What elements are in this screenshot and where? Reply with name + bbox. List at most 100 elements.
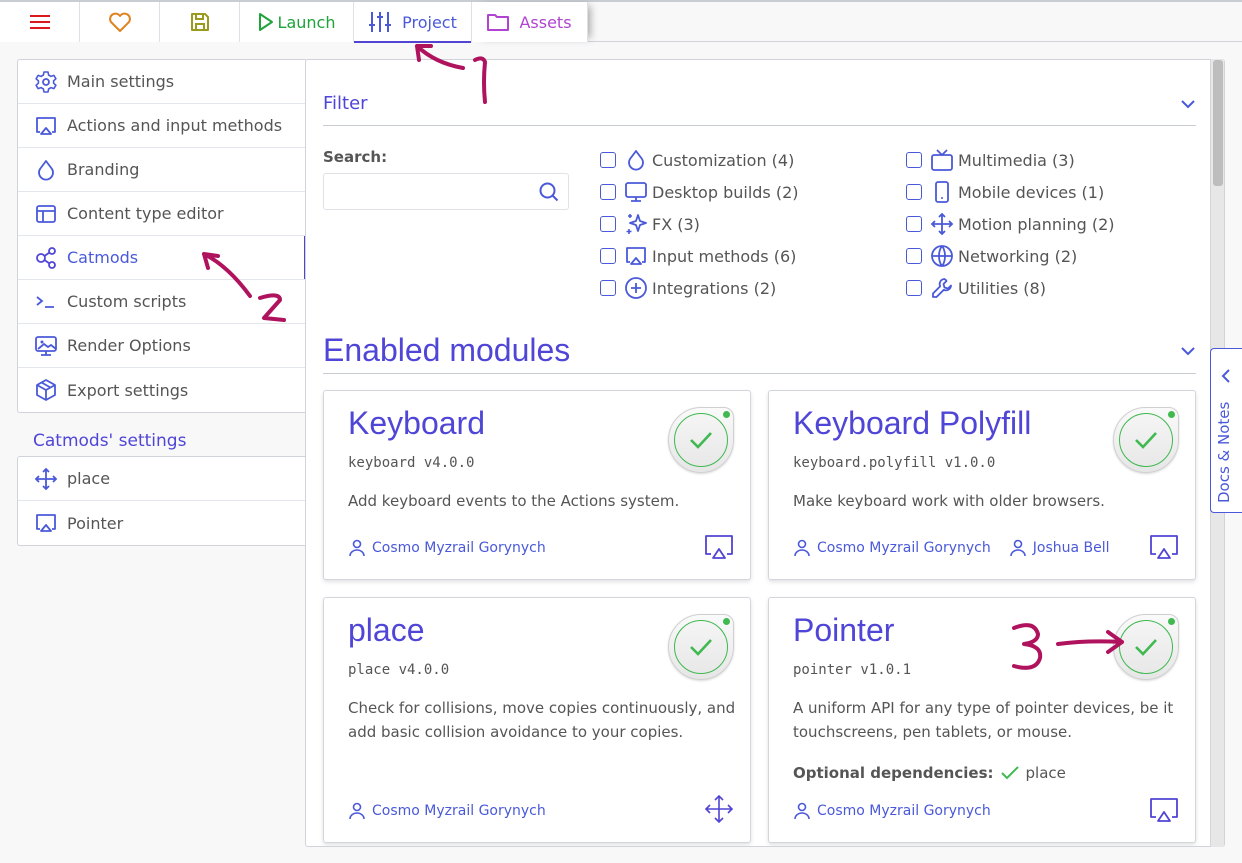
sidebar-item-custom-scripts[interactable]: Custom scripts — [18, 280, 306, 324]
sliders-icon — [369, 12, 392, 32]
module-card-keyboard[interactable]: Keyboard keyboard v4.0.0 Add keyboard ev… — [323, 390, 751, 580]
tab-assets[interactable]: Assets — [472, 2, 588, 42]
checkbox[interactable] — [600, 184, 616, 200]
author-name: Cosmo Myzrail Gorynych — [372, 540, 546, 556]
module-card-pointer[interactable]: Pointer pointer v1.0.1 A uniform API for… — [768, 597, 1196, 843]
tab-launch[interactable]: Launch — [240, 2, 354, 42]
tab-assets-label: Assets — [519, 12, 572, 32]
docs-notes-tab[interactable]: Docs & Notes — [1210, 348, 1242, 513]
menu-button[interactable] — [0, 2, 80, 42]
category-input-methods[interactable]: Input methods (6) — [600, 240, 799, 272]
checkbox[interactable] — [906, 216, 922, 232]
category-customization[interactable]: Customization (4) — [600, 144, 799, 176]
chevron-down-icon[interactable] — [1180, 99, 1196, 109]
favorite-button[interactable] — [80, 2, 160, 42]
category-mobile-devices[interactable]: Mobile devices (1) — [906, 176, 1115, 208]
module-description: Add keyboard events to the Actions syste… — [348, 492, 680, 510]
category-utilities[interactable]: Utilities (8) — [906, 272, 1115, 304]
module-card-place[interactable]: place place v4.0.0 Check for collisions,… — [323, 597, 751, 843]
gear-icon — [35, 70, 57, 93]
author-link[interactable]: Cosmo Myzrail Gorynych — [793, 539, 991, 557]
check-icon — [690, 639, 712, 656]
category-desktop-builds[interactable]: Desktop builds (2) — [600, 176, 799, 208]
category-filters-right: Multimedia (3) Mobile devices (1) Motion… — [906, 144, 1115, 304]
category-fx[interactable]: FX (3) — [600, 208, 799, 240]
category-label: FX (3) — [652, 214, 700, 234]
category-motion-planning[interactable]: Motion planning (2) — [906, 208, 1115, 240]
sidebar-item-catmods[interactable]: Catmods — [18, 236, 306, 280]
author-link[interactable]: Cosmo Myzrail Gorynych — [793, 802, 991, 820]
search-label: Search: — [323, 148, 388, 166]
sidebar-item-export-settings[interactable]: Export settings — [18, 368, 306, 412]
category-label: Multimedia (3) — [958, 150, 1075, 170]
module-authors: Cosmo Myzrail Gorynych — [348, 802, 564, 820]
category-multimedia[interactable]: Multimedia (3) — [906, 144, 1115, 176]
category-label: Customization (4) — [652, 150, 795, 170]
optional-dependencies: Optional dependencies: place — [793, 764, 1066, 782]
sparkles-icon — [626, 214, 647, 234]
category-integrations[interactable]: Integrations (2) — [600, 272, 799, 304]
move-arrows-icon — [34, 467, 58, 490]
tab-project-label: Project — [402, 12, 457, 32]
sidebar-item-render-options[interactable]: Render Options — [18, 324, 306, 368]
sidebar-item-content-type-editor[interactable]: Content type editor — [18, 192, 306, 236]
checkbox[interactable] — [600, 152, 616, 168]
toggle-ring — [1119, 620, 1173, 674]
module-enabled-toggle[interactable] — [1113, 407, 1179, 473]
module-enabled-toggle[interactable] — [1113, 614, 1179, 680]
module-enabled-toggle[interactable] — [668, 614, 734, 680]
chevron-left-icon — [1221, 369, 1230, 383]
search-icon[interactable] — [538, 181, 560, 203]
sidebar-item-pointer-settings[interactable]: Pointer — [18, 501, 306, 545]
sidebar-item-branding[interactable]: Branding — [18, 148, 306, 192]
airplay-icon — [1150, 535, 1178, 559]
main-panel: Filter Search: Customization (4) Desktop… — [305, 59, 1225, 847]
search-input[interactable] — [324, 174, 534, 209]
category-networking[interactable]: Networking (2) — [906, 240, 1115, 272]
catmods-settings-heading: Catmods' settings — [33, 431, 187, 451]
chevron-down-icon[interactable] — [1180, 346, 1196, 356]
save-button[interactable] — [160, 2, 240, 42]
author-link[interactable]: Joshua Bell — [1009, 539, 1110, 557]
hamburger-menu-icon — [29, 15, 50, 29]
airplay-icon — [1150, 798, 1178, 822]
module-enabled-toggle[interactable] — [668, 407, 734, 473]
scrollbar-thumb[interactable] — [1213, 60, 1223, 186]
module-card-keyboard-polyfill[interactable]: Keyboard Polyfill keyboard.polyfill v1.0… — [768, 390, 1196, 580]
checkbox[interactable] — [906, 248, 922, 264]
author-link[interactable]: Cosmo Myzrail Gorynych — [348, 802, 546, 820]
category-filters-left: Customization (4) Desktop builds (2) FX … — [600, 144, 799, 304]
toggle-ring — [674, 620, 728, 674]
module-authors: Cosmo Myzrail Gorynych Joshua Bell — [793, 539, 1128, 557]
sidebar-item-label: Content type editor — [67, 204, 224, 223]
checkbox[interactable] — [906, 152, 922, 168]
status-dot — [723, 411, 730, 418]
sidebar-item-main-settings[interactable]: Main settings — [18, 60, 306, 104]
category-label: Input methods (6) — [652, 246, 797, 266]
sidebar-item-actions[interactable]: Actions and input methods — [18, 104, 306, 148]
sidebar-nav: Main settings Actions and input methods … — [17, 59, 306, 413]
tab-project[interactable]: Project — [354, 2, 472, 43]
checkbox[interactable] — [906, 184, 922, 200]
checkbox[interactable] — [600, 248, 616, 264]
globe-icon — [931, 245, 953, 267]
filter-header[interactable]: Filter — [323, 82, 1196, 126]
sidebar-item-place-settings[interactable]: place — [18, 457, 306, 501]
checkbox[interactable] — [600, 280, 616, 296]
author-link[interactable]: Cosmo Myzrail Gorynych — [348, 539, 546, 557]
check-icon — [1135, 639, 1157, 656]
sidebar-item-label: Custom scripts — [67, 292, 187, 311]
user-icon — [1009, 539, 1026, 557]
toggle-ring — [674, 413, 728, 467]
airplay-icon — [705, 535, 733, 559]
category-label: Desktop builds (2) — [652, 182, 799, 202]
status-dot — [1168, 618, 1175, 625]
folder-icon — [487, 14, 510, 31]
category-label: Motion planning (2) — [958, 214, 1115, 234]
move-arrows-icon — [704, 794, 734, 824]
checkbox[interactable] — [600, 216, 616, 232]
checkbox[interactable] — [906, 280, 922, 296]
enabled-modules-header[interactable]: Enabled modules — [323, 328, 1196, 374]
module-version: pointer v1.0.1 — [793, 662, 912, 678]
check-icon — [1135, 432, 1157, 449]
